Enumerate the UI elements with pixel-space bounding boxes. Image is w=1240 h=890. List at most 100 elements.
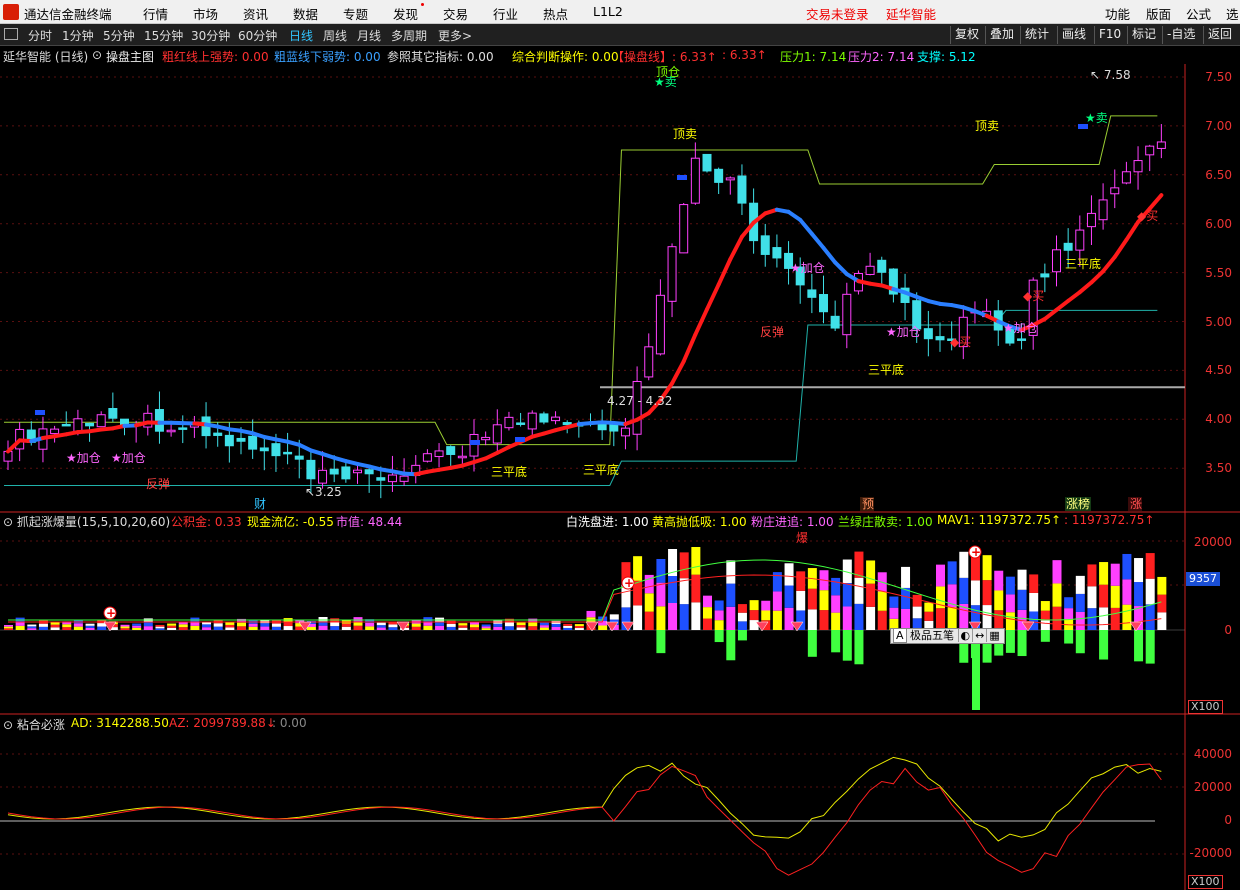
- volume-bar: [132, 627, 142, 630]
- candle-body: [1052, 249, 1061, 273]
- drawing-tool-popup[interactable]: A 极品五笔 ◐ ↔ ▦: [890, 628, 1005, 644]
- volume-bar: [504, 622, 514, 627]
- volume-bar: [435, 625, 445, 630]
- volume-bar: [1075, 593, 1085, 612]
- candle-body: [96, 414, 106, 428]
- volume-gear-icon[interactable]: ⊙: [3, 515, 13, 529]
- blue-flag-icon: [35, 410, 45, 415]
- grid-icon[interactable]: ▦: [986, 629, 1002, 642]
- menu-item-industry[interactable]: 行业: [493, 4, 518, 23]
- arrows-icon[interactable]: ↔: [972, 629, 987, 642]
- ma-line-seg: [1066, 290, 1082, 303]
- volume-bar: [1087, 564, 1097, 587]
- period-tab-60min[interactable]: 60分钟: [238, 27, 277, 44]
- menu-item-quotes[interactable]: 行情: [143, 4, 168, 23]
- period-tab-5min[interactable]: 5分钟: [103, 27, 135, 44]
- volume-bar: [470, 627, 479, 630]
- volume-bar: [15, 625, 25, 630]
- popup-label[interactable]: 极品五笔: [910, 629, 954, 642]
- period-tab-multi[interactable]: 多周期: [391, 27, 427, 44]
- osc-gear-icon[interactable]: ⊙: [3, 718, 13, 732]
- indicator-gear-icon[interactable]: ⊙: [92, 48, 102, 62]
- volume-bar: [1040, 601, 1050, 611]
- panel-toggle-icon[interactable]: [4, 28, 18, 40]
- draw-button[interactable]: 画线: [1057, 26, 1090, 44]
- volume-bar: [283, 622, 293, 627]
- period-tab-15min[interactable]: 15分钟: [144, 27, 183, 44]
- candle-body: [1086, 212, 1096, 228]
- volume-bar: [842, 583, 852, 607]
- stock-brand: 延华智能: [886, 7, 937, 22]
- volume-bar: [819, 610, 829, 630]
- volume-bar: [563, 623, 573, 626]
- volume-bar: [283, 626, 293, 630]
- period-tab-weekly[interactable]: 周线: [323, 27, 347, 44]
- period-tab-daily[interactable]: 日线: [289, 27, 313, 44]
- volume-bar: [493, 626, 503, 630]
- menu-layout[interactable]: 版面: [1146, 4, 1171, 23]
- volume-panel-header: ⊙ 抓起涨爆量(15,5,10,20,60): [3, 513, 170, 530]
- osc-indicator-name[interactable]: 粘合必涨: [17, 718, 65, 732]
- osc-panel-header: ⊙ 粘合必涨: [3, 716, 65, 733]
- login-status[interactable]: 交易未登录: [806, 4, 869, 23]
- buy-label-3: ◆买: [1137, 209, 1158, 223]
- flat-bottom-label: 三平底: [491, 464, 527, 479]
- vfields-right-field-4: MAV1: 1197372.75↑: [937, 513, 1062, 527]
- menu-item-trade[interactable]: 交易: [443, 4, 468, 23]
- volume-bar: [1145, 578, 1155, 605]
- period-tab-intraday[interactable]: 分时: [28, 27, 52, 44]
- volume-indicator-name[interactable]: 抓起涨爆量(15,5,10,20,60): [17, 515, 170, 529]
- volume-bar: [225, 624, 235, 628]
- period-tab-1min[interactable]: 1分钟: [62, 27, 94, 44]
- theme-icon[interactable]: ◐: [957, 629, 973, 642]
- ofields-field-1: AZ: 2099789.88↓: [169, 716, 276, 730]
- overlay-button[interactable]: 叠加: [985, 26, 1018, 44]
- mfields-field-4: 【操盘线】: 6.33↑: [612, 50, 717, 64]
- volume-bar: [446, 623, 456, 627]
- volume-bar: [656, 582, 666, 607]
- f10-button[interactable]: F10: [1094, 26, 1125, 44]
- volume-bar: [912, 606, 922, 619]
- volume-bar: [714, 610, 724, 621]
- menu-function[interactable]: 功能: [1105, 4, 1130, 23]
- text-tool-icon[interactable]: A: [893, 628, 907, 643]
- volume-bar: [901, 566, 911, 588]
- volume-bar: [376, 625, 386, 628]
- menu-item-discover-label: 发现: [393, 7, 419, 22]
- ma-line-seg: [705, 282, 721, 312]
- volume-bar: [831, 595, 841, 613]
- menu-select[interactable]: 选: [1226, 4, 1239, 23]
- volume-bar: [1145, 604, 1155, 630]
- menu-item-topics[interactable]: 专题: [343, 4, 368, 23]
- volume-bar: [551, 623, 561, 627]
- mfields-field-1: 粗蓝线下弱势: 0.00: [274, 50, 381, 64]
- adjust-button[interactable]: 复权: [950, 26, 983, 44]
- period-tab-monthly[interactable]: 月线: [357, 27, 381, 44]
- volume-bar: [1099, 584, 1109, 608]
- main-indicator-name[interactable]: 操盘主图: [106, 48, 154, 65]
- candle-body: [877, 259, 887, 273]
- candle-body: [655, 294, 665, 355]
- mark-button[interactable]: 标记: [1127, 26, 1160, 44]
- event-marker-up: 涨: [1130, 496, 1142, 511]
- volume-bar: [1122, 553, 1132, 580]
- watchlist-button[interactable]: -自选: [1162, 26, 1199, 44]
- back-button[interactable]: 返回: [1203, 26, 1236, 44]
- menu-item-market[interactable]: 市场: [193, 4, 218, 23]
- volume-bar: [1099, 562, 1109, 585]
- stats-button[interactable]: 统计: [1020, 26, 1053, 44]
- menu-item-discover[interactable]: 发现: [393, 3, 425, 23]
- menu-item-hot[interactable]: 热点: [543, 4, 568, 23]
- volume-bar: [1087, 608, 1097, 630]
- candle-body: [644, 346, 654, 378]
- menu-item-news[interactable]: 资讯: [243, 4, 268, 23]
- menu-item-data[interactable]: 数据: [293, 4, 318, 23]
- menu-formula[interactable]: 公式: [1186, 4, 1211, 23]
- volume-bar: [167, 627, 177, 630]
- ma-line-seg: [728, 234, 744, 262]
- chart-canvas[interactable]: ↖ 7.58↖3.254.27 - 4.32顶仓顶卖顶卖★卖★卖三平底 三平底三平…: [0, 46, 1240, 890]
- volume-bar: [633, 556, 643, 581]
- menu-item-l1l2[interactable]: L1L2: [593, 4, 623, 19]
- period-tab-30min[interactable]: 30分钟: [191, 27, 230, 44]
- period-tab-more[interactable]: 更多>: [438, 27, 472, 44]
